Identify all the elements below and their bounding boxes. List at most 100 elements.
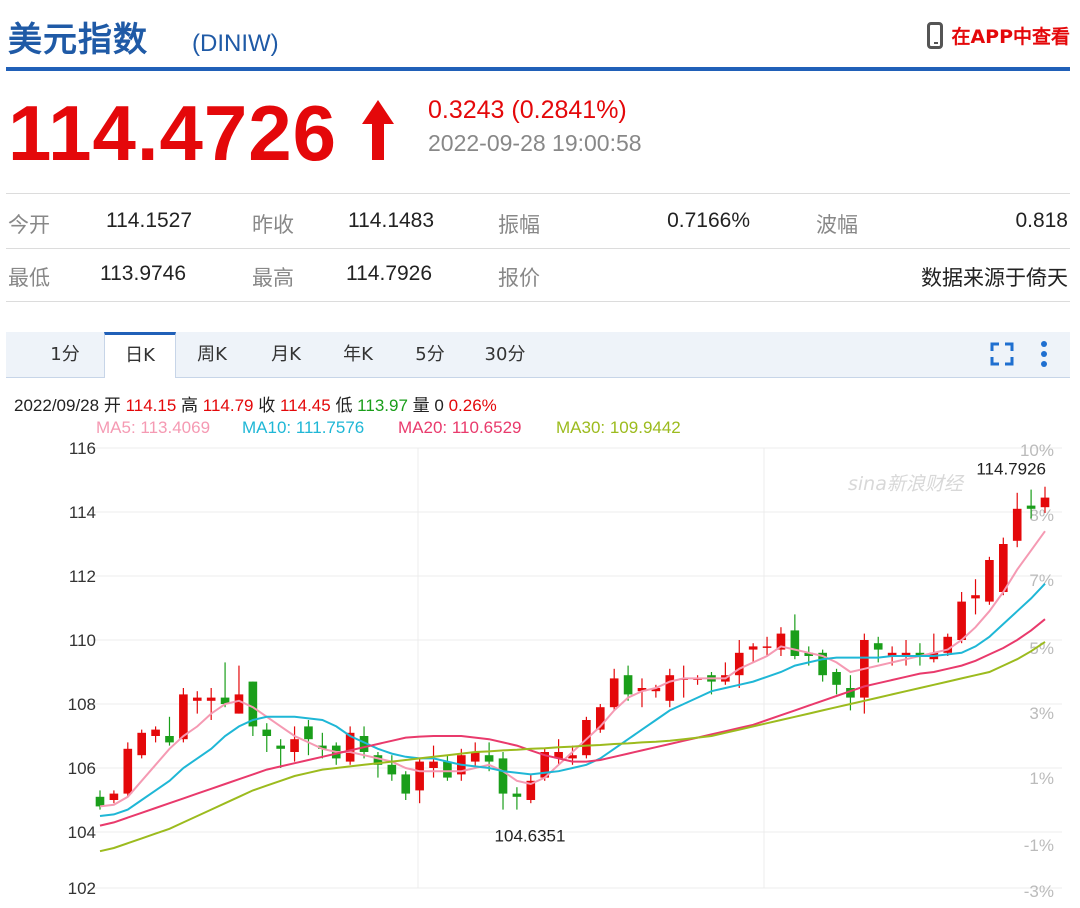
open-in-app-label: 在APP中查看 <box>951 26 1070 48</box>
candle-body <box>512 793 522 797</box>
ma-line-ma30 <box>99 641 1046 853</box>
y-tick-label: 110 <box>69 631 96 650</box>
candle-body <box>95 796 105 807</box>
candle-body <box>484 755 494 762</box>
low-label: 最低 <box>8 266 50 290</box>
candle-body <box>290 739 299 752</box>
y-tick-label: 106 <box>68 759 96 778</box>
candle-body <box>1012 508 1022 541</box>
divider <box>6 301 1070 302</box>
bar-vol-label: 量 <box>412 396 430 415</box>
quote-time: 2022-09-28 19:00:58 <box>428 130 642 156</box>
candle-body <box>151 729 160 736</box>
divider <box>6 193 1070 194</box>
prev-close-value: 114.1483 <box>348 209 435 232</box>
tab-yearly-k[interactable]: 年K <box>328 332 388 377</box>
candle-body <box>179 694 188 740</box>
candle-body <box>957 601 966 640</box>
candle-body <box>387 764 397 775</box>
data-source: 数据来源于倚天 <box>921 267 1068 290</box>
candle-body <box>470 752 480 762</box>
candle-body <box>304 726 313 740</box>
candle-body <box>1026 505 1036 509</box>
index-code: (DINIW) <box>192 30 279 57</box>
candle-body <box>109 793 119 800</box>
candle-body <box>206 697 216 701</box>
candle-body <box>832 672 841 685</box>
fullscreen-icon[interactable] <box>990 342 1014 366</box>
min-price-label: 104.6351 <box>495 827 566 846</box>
candle-body <box>971 595 980 599</box>
candle-body <box>276 745 285 749</box>
candle-body <box>762 646 772 648</box>
open-value: 114.1527 <box>106 209 193 232</box>
bar-low: 113.97 <box>357 396 408 415</box>
header-divider <box>6 67 1070 71</box>
ma-line-ma5 <box>99 530 1046 808</box>
max-price-label: 114.7926 <box>976 460 1046 479</box>
open-in-app-link[interactable]: 在APP中查看 <box>927 22 1070 49</box>
pct-tick-label: -1% <box>1024 836 1054 855</box>
tab-weekly-k[interactable]: 周K <box>182 332 242 377</box>
kline-chart[interactable]: 11611411211010810610410210%8%7%5%3%1%-1%… <box>0 430 1080 908</box>
bar-pct: 0.26% <box>448 396 497 415</box>
candle-body <box>790 630 800 656</box>
tab-daily-k[interactable]: 日K <box>104 332 176 378</box>
candle-body <box>137 732 146 756</box>
y-tick-label: 104 <box>68 823 96 842</box>
pct-tick-label: 8% <box>1029 506 1054 525</box>
y-tick-label: 108 <box>68 695 96 714</box>
candle-body <box>1040 497 1050 508</box>
candle-body <box>234 694 244 714</box>
candle-body <box>873 643 883 650</box>
current-price: 114.4726 <box>8 89 338 177</box>
candle-body <box>623 675 633 695</box>
bar-open: 114.15 <box>125 396 177 415</box>
y-tick-label: 114 <box>69 503 96 522</box>
prev-close-label: 昨收 <box>252 213 294 237</box>
low-value: 113.9746 <box>100 262 187 285</box>
phone-icon <box>927 22 944 49</box>
candle-body <box>165 736 174 743</box>
candle-body <box>123 748 133 794</box>
candle-body <box>748 646 758 650</box>
bar-high: 114.79 <box>202 396 254 415</box>
bar-close-label: 收 <box>258 396 276 415</box>
tab-5min[interactable]: 5分 <box>400 332 460 377</box>
bar-low-label: 低 <box>335 396 353 415</box>
candle-body <box>985 560 994 602</box>
y-tick-label: 112 <box>69 567 96 586</box>
candle-body <box>609 678 619 708</box>
page-header: 美元指数 (DINIW) 在APP中查看 <box>0 0 1080 71</box>
amplitude-label: 振幅 <box>498 213 540 237</box>
period-tabs: 1分 日K 周K 月K 年K 5分 30分 <box>6 332 1070 378</box>
pct-tick-label: 1% <box>1029 769 1054 788</box>
y-tick-label: 102 <box>68 879 96 898</box>
price-change: 0.3243 (0.2841%) <box>428 96 627 124</box>
bar-high-label: 高 <box>181 396 199 415</box>
candle-body <box>415 761 424 791</box>
more-icon[interactable] <box>1040 340 1048 368</box>
amplitude-value: 0.7166% <box>667 209 750 232</box>
bar-date: 2022/09/28 <box>14 396 100 415</box>
high-label: 最高 <box>252 266 294 290</box>
tab-monthly-k[interactable]: 月K <box>256 332 316 377</box>
bar-vol: 0 <box>434 396 444 415</box>
candle-body <box>401 774 411 794</box>
pct-tick-label: 10% <box>1020 441 1054 460</box>
candle-body <box>192 697 202 701</box>
divider <box>6 248 1070 249</box>
pct-tick-label: -3% <box>1024 882 1054 901</box>
wave-value: 0.818 <box>1015 209 1068 232</box>
tab-1min[interactable]: 1分 <box>34 332 96 377</box>
tab-30min[interactable]: 30分 <box>470 332 540 377</box>
wave-label: 波幅 <box>816 213 858 237</box>
pct-tick-label: 3% <box>1029 704 1054 723</box>
open-label: 今开 <box>8 213 50 237</box>
candle-body <box>262 729 272 736</box>
pct-tick-label: 5% <box>1029 639 1054 658</box>
page-title: 美元指数 <box>8 20 148 60</box>
watermark-logo: sina新浪财经 <box>848 473 965 495</box>
quote-label: 报价 <box>498 266 540 290</box>
y-tick-label: 116 <box>69 439 96 458</box>
